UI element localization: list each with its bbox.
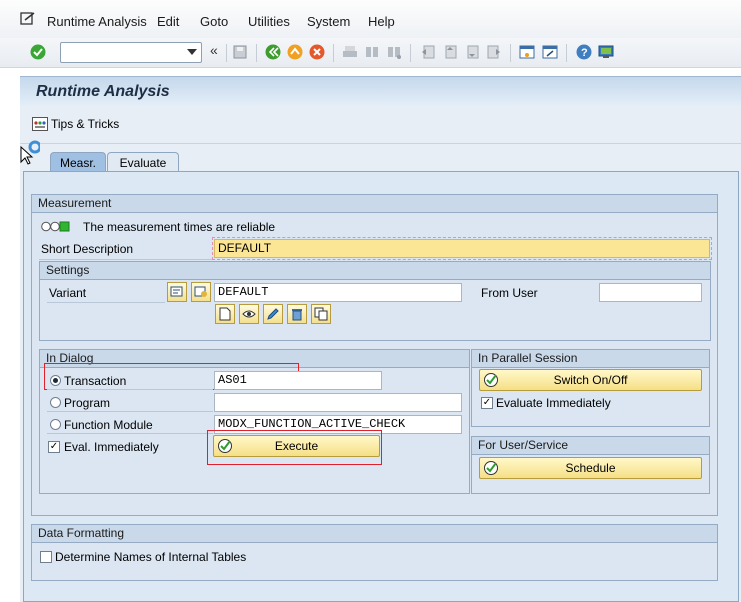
execute-label: Execute (274, 439, 319, 453)
data-formatting-header: Data Formatting (32, 525, 717, 543)
transaction-input[interactable]: AS01 (214, 371, 382, 390)
clock-check-icon (483, 460, 499, 476)
copy-icon (314, 307, 328, 324)
collapse-icon[interactable]: « (210, 42, 218, 58)
trash-icon (291, 307, 303, 324)
transaction-radio[interactable] (50, 375, 61, 386)
eval-immediately-label: Eval. Immediately (64, 440, 159, 454)
tab-evaluate[interactable]: Evaluate (107, 152, 179, 172)
settings-header: Settings (40, 262, 710, 280)
menu-utilities[interactable]: Utilities (248, 14, 290, 29)
create-icon (219, 307, 231, 324)
first-page-icon[interactable] (420, 44, 436, 60)
new-session-icon[interactable] (519, 44, 535, 60)
last-page-icon[interactable] (486, 44, 502, 60)
clock-check-icon (483, 372, 499, 388)
menu-bar: Runtime Analysis Edit Goto Utilities Sys… (0, 0, 741, 38)
tab-measurement[interactable]: Measr. (50, 152, 106, 172)
clock-check-icon (217, 438, 233, 454)
variant-select-button[interactable] (167, 282, 187, 302)
from-user-input[interactable] (599, 283, 702, 302)
switch-on-off-label: Switch On/Off (553, 373, 628, 387)
shortcut-icon[interactable] (542, 44, 558, 60)
command-dropdown-icon[interactable] (187, 49, 197, 55)
exit-icon[interactable] (287, 44, 303, 60)
function-module-label: Function Module (64, 418, 153, 432)
measurement-header: Measurement (32, 195, 717, 213)
tips-tricks-icon (32, 117, 48, 131)
variant-edit-button[interactable] (263, 304, 283, 324)
schedule-button[interactable]: Schedule (479, 457, 702, 479)
menu-icon[interactable] (20, 12, 36, 26)
title-bar: Runtime Analysis (20, 76, 741, 106)
print-icon[interactable] (342, 44, 358, 60)
tab-evaluate-label: Evaluate (119, 156, 167, 170)
determine-names-checkbox[interactable] (40, 551, 52, 563)
application-toolbar: Tips & Tricks (20, 106, 741, 144)
schedule-label: Schedule (565, 461, 616, 475)
menu-goto[interactable]: Goto (200, 14, 228, 29)
standard-toolbar: « ? (0, 38, 741, 68)
execute-button[interactable]: Execute (213, 435, 380, 457)
menu-runtime-analysis[interactable]: Runtime Analysis (47, 14, 147, 29)
evaluate-immediately-checkbox[interactable]: ✓ (481, 397, 493, 409)
variant-delete-button[interactable] (287, 304, 307, 324)
page-title: Runtime Analysis (36, 83, 170, 100)
short-description-label: Short Description (41, 242, 134, 256)
back-icon[interactable] (265, 44, 281, 60)
variant-user-icon (194, 285, 208, 299)
program-input[interactable] (214, 393, 462, 412)
program-radio[interactable] (50, 397, 61, 408)
reliable-text: The measurement times are reliable (83, 220, 276, 234)
menu-edit[interactable]: Edit (157, 14, 179, 29)
pencil-icon (266, 307, 280, 324)
next-page-icon[interactable] (464, 44, 480, 60)
tips-tricks-label: Tips & Tricks (51, 117, 120, 131)
layout-icon[interactable] (598, 44, 614, 60)
variant-label: Variant (49, 286, 87, 300)
switch-on-off-button[interactable]: Switch On/Off (479, 369, 702, 391)
function-module-radio[interactable] (50, 419, 61, 430)
variant-create-button[interactable] (215, 304, 235, 324)
user-service-header: For User/Service (472, 437, 709, 455)
variant-user-button[interactable] (191, 282, 211, 302)
parallel-session-header: In Parallel Session (472, 350, 709, 368)
tab-measurement-label: Measr. (59, 156, 96, 170)
variant-copy-button[interactable] (311, 304, 331, 324)
command-field[interactable] (60, 42, 202, 63)
enter-icon[interactable] (30, 44, 46, 60)
evaluate-immediately-label: Evaluate Immediately (496, 396, 611, 410)
menu-system[interactable]: System (307, 14, 350, 29)
variant-input[interactable]: DEFAULT (214, 283, 462, 302)
from-user-label: From User (481, 286, 538, 300)
help-icon[interactable]: ? (576, 44, 592, 60)
program-label: Program (64, 396, 111, 410)
transaction-label: Transaction (64, 374, 127, 388)
mouse-cursor-icon (20, 140, 42, 166)
reliability-status-icon (41, 221, 71, 232)
determine-names-label: Determine Names of Internal Tables (55, 550, 247, 564)
save-icon[interactable] (232, 44, 248, 60)
variant-display-button[interactable] (239, 304, 259, 324)
find-icon[interactable] (364, 44, 380, 60)
variant-select-icon (170, 285, 184, 299)
cancel-icon[interactable] (309, 44, 325, 60)
eval-immediately-checkbox[interactable]: ✓ (48, 441, 60, 453)
prev-page-icon[interactable] (442, 44, 458, 60)
display-icon (242, 308, 256, 323)
svg-text:?: ? (581, 47, 588, 59)
find-next-icon[interactable] (386, 44, 402, 60)
menu-help[interactable]: Help (368, 14, 395, 29)
